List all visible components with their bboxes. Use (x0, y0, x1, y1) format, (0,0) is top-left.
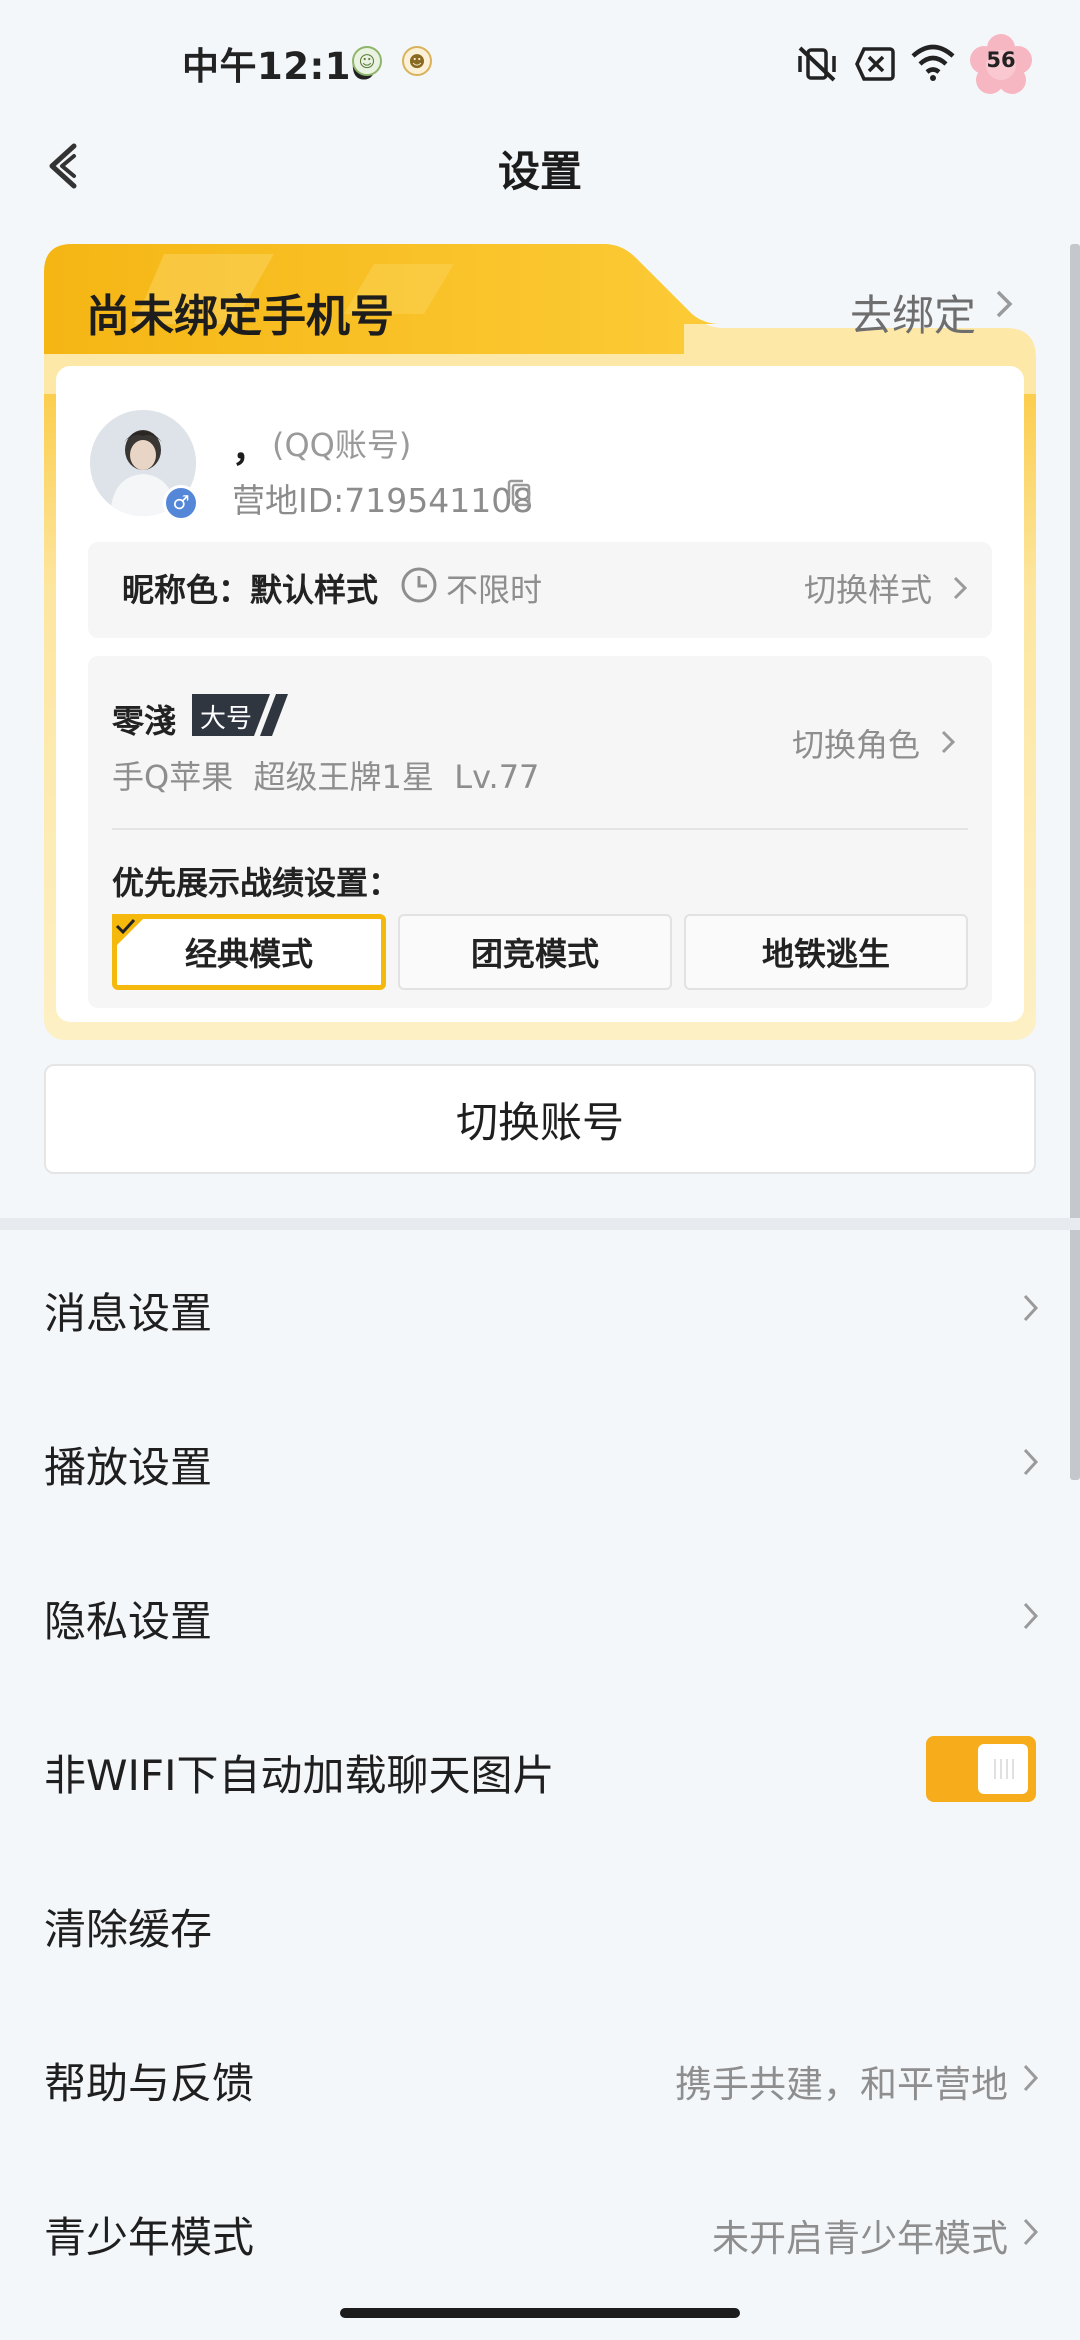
nickname-color-label: 昵称色：默认样式 (122, 571, 379, 609)
chevron-right-icon (1023, 2064, 1039, 2092)
role-name: 零淺 (112, 702, 177, 740)
no-sim-icon (855, 47, 895, 81)
mode-metro-button[interactable]: 地铁逃生 (684, 914, 968, 990)
record-display-label: 优先展示战绩设置： (112, 864, 401, 902)
copy-icon[interactable] (505, 477, 533, 509)
battery-level: 56 (986, 48, 1016, 72)
switch-role-link[interactable]: 切换角色 (792, 720, 920, 766)
wifi-icon (911, 44, 955, 81)
row-label: 非WIFI下自动加载聊天图片 (44, 1751, 555, 1800)
row-value: 携手共建，和平营地 (675, 2063, 1008, 2106)
nickname: ， (232, 429, 269, 470)
row-label: 帮助与反馈 (44, 2059, 255, 2108)
page-title: 设置 (497, 147, 582, 196)
time-limit: 不限时 (446, 571, 543, 609)
app-notification-icon: ☻ (402, 46, 432, 76)
row-value: 未开启青少年模式 (712, 2217, 1008, 2260)
app-notification-icon: ☺ (352, 46, 382, 76)
role-info: 手Q苹果 超级王牌1星 Lv.77 (112, 758, 540, 796)
settings-row-privacy[interactable]: 隐私设置 (0, 1538, 1080, 1692)
settings-row-messages[interactable]: 消息设置 (0, 1230, 1080, 1384)
chevron-right-icon (1023, 2218, 1039, 2246)
mode-classic-button[interactable]: 经典模式 (112, 914, 386, 990)
check-icon (112, 914, 148, 950)
bind-phone-link[interactable]: 去绑定 (850, 282, 976, 343)
account-type: (QQ账号) (272, 426, 412, 464)
row-label: 消息设置 (44, 1289, 213, 1338)
row-label: 隐私设置 (44, 1597, 213, 1646)
gender-male-icon: ♂ (163, 485, 199, 521)
home-indicator[interactable] (340, 2308, 740, 2318)
settings-row-help-feedback[interactable]: 帮助与反馈 携手共建，和平营地 (0, 2000, 1080, 2154)
mode-team-button[interactable]: 团竞模式 (398, 914, 672, 990)
settings-row-teen-mode[interactable]: 青少年模式 未开启青少年模式 (0, 2154, 1080, 2308)
vibrate-off-icon (798, 46, 836, 82)
settings-row-playback[interactable]: 播放设置 (0, 1384, 1080, 1538)
section-divider (0, 1218, 1080, 1230)
chevron-right-icon (1023, 1448, 1039, 1476)
settings-row-clear-cache[interactable]: 清除缓存 (0, 1846, 1080, 2000)
chevron-right-icon (1023, 1294, 1039, 1322)
chevron-right-icon (1023, 1602, 1039, 1630)
status-time: 中午12:10 (182, 45, 378, 88)
main-account-badge-label: 大号 (200, 704, 253, 734)
bind-phone-title: 尚未绑定手机号 (86, 291, 394, 342)
settings-row-auto-load-images: 非WIFI下自动加载聊天图片 (0, 1692, 1080, 1846)
chevron-right-icon (953, 576, 968, 600)
row-label: 清除缓存 (44, 1905, 213, 1954)
camp-id: 营地ID:719541108 (232, 481, 534, 520)
chevron-right-icon (941, 730, 956, 754)
row-label: 青少年模式 (44, 2213, 255, 2262)
switch-account-button[interactable]: 切换账号 (44, 1064, 1036, 1174)
chevron-right-icon (996, 290, 1013, 318)
divider (112, 828, 968, 830)
clock-icon (401, 567, 437, 603)
grip-icon (994, 1759, 1014, 1779)
switch-style-link[interactable]: 切换样式 (804, 565, 932, 611)
row-label: 播放设置 (44, 1443, 213, 1492)
